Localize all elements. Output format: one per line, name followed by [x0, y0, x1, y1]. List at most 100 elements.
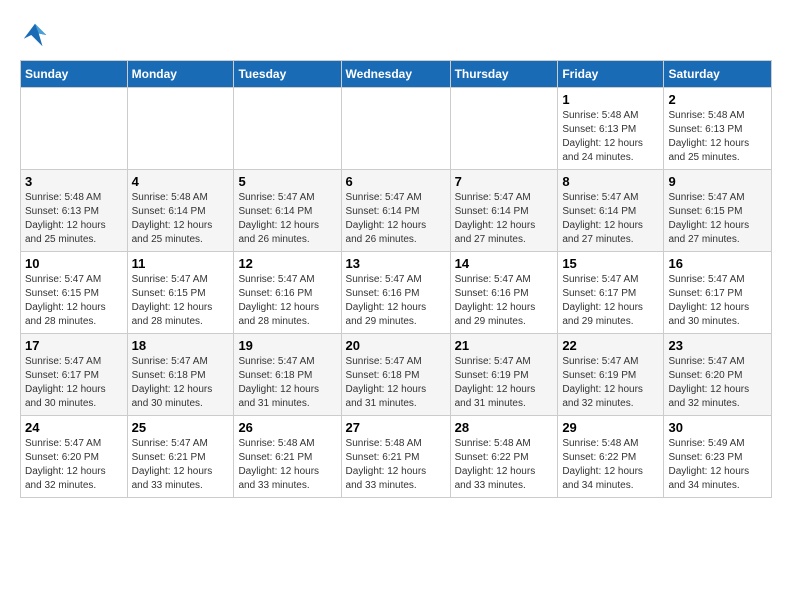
calendar-cell: 17 Sunrise: 5:47 AM Sunset: 6:17 PM Dayli…	[21, 334, 128, 416]
day-info: Sunrise: 5:48 AM Sunset: 6:22 PM Dayligh…	[455, 437, 554, 493]
day-number: 2	[668, 92, 767, 107]
header-monday: Monday	[127, 61, 234, 88]
day-info: Sunrise: 5:47 AM Sunset: 6:17 PM Dayligh…	[562, 273, 659, 329]
day-info: Sunrise: 5:47 AM Sunset: 6:20 PM Dayligh…	[25, 437, 123, 493]
day-info: Sunrise: 5:47 AM Sunset: 6:15 PM Dayligh…	[668, 191, 767, 247]
day-number: 14	[455, 256, 554, 271]
header-wednesday: Wednesday	[341, 61, 450, 88]
calendar-cell: 7Sunrise: 5:47 AM Sunset: 6:14 PM Daylig…	[450, 170, 558, 252]
calendar-cell: 24 Sunrise: 5:47 AM Sunset: 6:20 PM Dayli…	[21, 416, 128, 498]
day-info: Sunrise: 5:47 AM Sunset: 6:20 PM Dayligh…	[668, 355, 767, 411]
day-number: 29	[562, 420, 659, 435]
day-number: 1	[562, 92, 659, 107]
day-number: 26	[238, 420, 336, 435]
day-info: Sunrise: 5:47 AM Sunset: 6:16 PM Dayligh…	[346, 273, 446, 329]
calendar-cell: 2 Sunrise: 5:48 AM Sunset: 6:13 PM Daylig…	[664, 88, 772, 170]
calendar-cell	[127, 88, 234, 170]
calendar-cell: 5 Sunrise: 5:47 AM Sunset: 6:14 PM Daylig…	[234, 170, 341, 252]
day-info: Sunrise: 5:48 AM Sunset: 6:14 PM Dayligh…	[132, 191, 230, 247]
day-number: 19	[238, 338, 336, 353]
calendar-table: SundayMondayTuesdayWednesdayThursdayFrid…	[20, 60, 772, 498]
calendar-cell: 19 Sunrise: 5:47 AM Sunset: 6:18 PM Dayli…	[234, 334, 341, 416]
day-info: Sunrise: 5:48 AM Sunset: 6:21 PM Dayligh…	[346, 437, 446, 493]
header-friday: Friday	[558, 61, 664, 88]
header-thursday: Thursday	[450, 61, 558, 88]
day-number: 21	[455, 338, 554, 353]
day-info: Sunrise: 5:49 AM Sunset: 6:23 PM Dayligh…	[668, 437, 767, 493]
calendar-cell: 4 Sunrise: 5:48 AM Sunset: 6:14 PM Daylig…	[127, 170, 234, 252]
calendar-cell: 26 Sunrise: 5:48 AM Sunset: 6:21 PM Dayli…	[234, 416, 341, 498]
calendar-week-row: 24 Sunrise: 5:47 AM Sunset: 6:20 PM Dayli…	[21, 416, 772, 498]
page-header	[20, 20, 772, 50]
day-info: Sunrise: 5:47 AM Sunset: 6:14 PM Dayligh…	[562, 191, 659, 247]
day-number: 15	[562, 256, 659, 271]
day-number: 27	[346, 420, 446, 435]
calendar-cell: 18 Sunrise: 5:47 AM Sunset: 6:18 PM Dayli…	[127, 334, 234, 416]
calendar-week-row: 17 Sunrise: 5:47 AM Sunset: 6:17 PM Dayli…	[21, 334, 772, 416]
day-info: Sunrise: 5:47 AM Sunset: 6:16 PM Dayligh…	[238, 273, 336, 329]
day-number: 24	[25, 420, 123, 435]
day-number: 7	[455, 174, 554, 189]
calendar-cell: 14 Sunrise: 5:47 AM Sunset: 6:16 PM Dayli…	[450, 252, 558, 334]
day-number: 5	[238, 174, 336, 189]
day-info: Sunrise: 5:47 AM Sunset: 6:14 PM Dayligh…	[346, 191, 446, 247]
day-info: Sunrise: 5:47 AM Sunset: 6:18 PM Dayligh…	[132, 355, 230, 411]
day-info: Sunrise: 5:47 AM Sunset: 6:21 PM Dayligh…	[132, 437, 230, 493]
day-info: Sunrise: 5:47 AM Sunset: 6:19 PM Dayligh…	[562, 355, 659, 411]
calendar-cell: 25Sunrise: 5:47 AM Sunset: 6:21 PM Dayli…	[127, 416, 234, 498]
calendar-cell	[234, 88, 341, 170]
calendar-cell: 12 Sunrise: 5:47 AM Sunset: 6:16 PM Dayli…	[234, 252, 341, 334]
day-info: Sunrise: 5:47 AM Sunset: 6:15 PM Dayligh…	[25, 273, 123, 329]
day-number: 22	[562, 338, 659, 353]
day-info: Sunrise: 5:48 AM Sunset: 6:22 PM Dayligh…	[562, 437, 659, 493]
day-info: Sunrise: 5:47 AM Sunset: 6:18 PM Dayligh…	[346, 355, 446, 411]
day-number: 9	[668, 174, 767, 189]
calendar-cell: 27 Sunrise: 5:48 AM Sunset: 6:21 PM Dayli…	[341, 416, 450, 498]
day-number: 28	[455, 420, 554, 435]
day-number: 10	[25, 256, 123, 271]
day-number: 30	[668, 420, 767, 435]
header-saturday: Saturday	[664, 61, 772, 88]
calendar-cell: 10 Sunrise: 5:47 AM Sunset: 6:15 PM Dayli…	[21, 252, 128, 334]
calendar-cell: 6 Sunrise: 5:47 AM Sunset: 6:14 PM Daylig…	[341, 170, 450, 252]
calendar-week-row: 10 Sunrise: 5:47 AM Sunset: 6:15 PM Dayli…	[21, 252, 772, 334]
day-info: Sunrise: 5:47 AM Sunset: 6:14 PM Dayligh…	[238, 191, 336, 247]
day-number: 18	[132, 338, 230, 353]
day-number: 11	[132, 256, 230, 271]
calendar-cell: 20Sunrise: 5:47 AM Sunset: 6:18 PM Dayli…	[341, 334, 450, 416]
calendar-cell	[341, 88, 450, 170]
calendar-cell: 9 Sunrise: 5:47 AM Sunset: 6:15 PM Daylig…	[664, 170, 772, 252]
calendar-cell: 21 Sunrise: 5:47 AM Sunset: 6:19 PM Dayli…	[450, 334, 558, 416]
day-number: 16	[668, 256, 767, 271]
day-number: 6	[346, 174, 446, 189]
day-number: 4	[132, 174, 230, 189]
day-info: Sunrise: 5:48 AM Sunset: 6:13 PM Dayligh…	[562, 109, 659, 165]
day-info: Sunrise: 5:48 AM Sunset: 6:13 PM Dayligh…	[668, 109, 767, 165]
day-info: Sunrise: 5:47 AM Sunset: 6:18 PM Dayligh…	[238, 355, 336, 411]
calendar-cell: 1 Sunrise: 5:48 AM Sunset: 6:13 PM Daylig…	[558, 88, 664, 170]
day-info: Sunrise: 5:48 AM Sunset: 6:13 PM Dayligh…	[25, 191, 123, 247]
calendar-week-row: 3 Sunrise: 5:48 AM Sunset: 6:13 PM Daylig…	[21, 170, 772, 252]
day-number: 12	[238, 256, 336, 271]
day-info: Sunrise: 5:47 AM Sunset: 6:17 PM Dayligh…	[668, 273, 767, 329]
calendar-cell: 16 Sunrise: 5:47 AM Sunset: 6:17 PM Dayli…	[664, 252, 772, 334]
day-number: 3	[25, 174, 123, 189]
day-info: Sunrise: 5:47 AM Sunset: 6:16 PM Dayligh…	[455, 273, 554, 329]
day-info: Sunrise: 5:47 AM Sunset: 6:17 PM Dayligh…	[25, 355, 123, 411]
calendar-cell: 3 Sunrise: 5:48 AM Sunset: 6:13 PM Daylig…	[21, 170, 128, 252]
header-tuesday: Tuesday	[234, 61, 341, 88]
calendar-header-row: SundayMondayTuesdayWednesdayThursdayFrid…	[21, 61, 772, 88]
header-sunday: Sunday	[21, 61, 128, 88]
calendar-week-row: 1 Sunrise: 5:48 AM Sunset: 6:13 PM Daylig…	[21, 88, 772, 170]
day-number: 17	[25, 338, 123, 353]
calendar-cell: 13 Sunrise: 5:47 AM Sunset: 6:16 PM Dayli…	[341, 252, 450, 334]
day-number: 13	[346, 256, 446, 271]
calendar-cell: 15 Sunrise: 5:47 AM Sunset: 6:17 PM Dayli…	[558, 252, 664, 334]
day-number: 8	[562, 174, 659, 189]
logo-icon	[20, 20, 50, 50]
calendar-cell: 11Sunrise: 5:47 AM Sunset: 6:15 PM Dayli…	[127, 252, 234, 334]
calendar-cell: 29 Sunrise: 5:48 AM Sunset: 6:22 PM Dayli…	[558, 416, 664, 498]
day-info: Sunrise: 5:47 AM Sunset: 6:19 PM Dayligh…	[455, 355, 554, 411]
calendar-cell: 23Sunrise: 5:47 AM Sunset: 6:20 PM Dayli…	[664, 334, 772, 416]
day-info: Sunrise: 5:48 AM Sunset: 6:21 PM Dayligh…	[238, 437, 336, 493]
